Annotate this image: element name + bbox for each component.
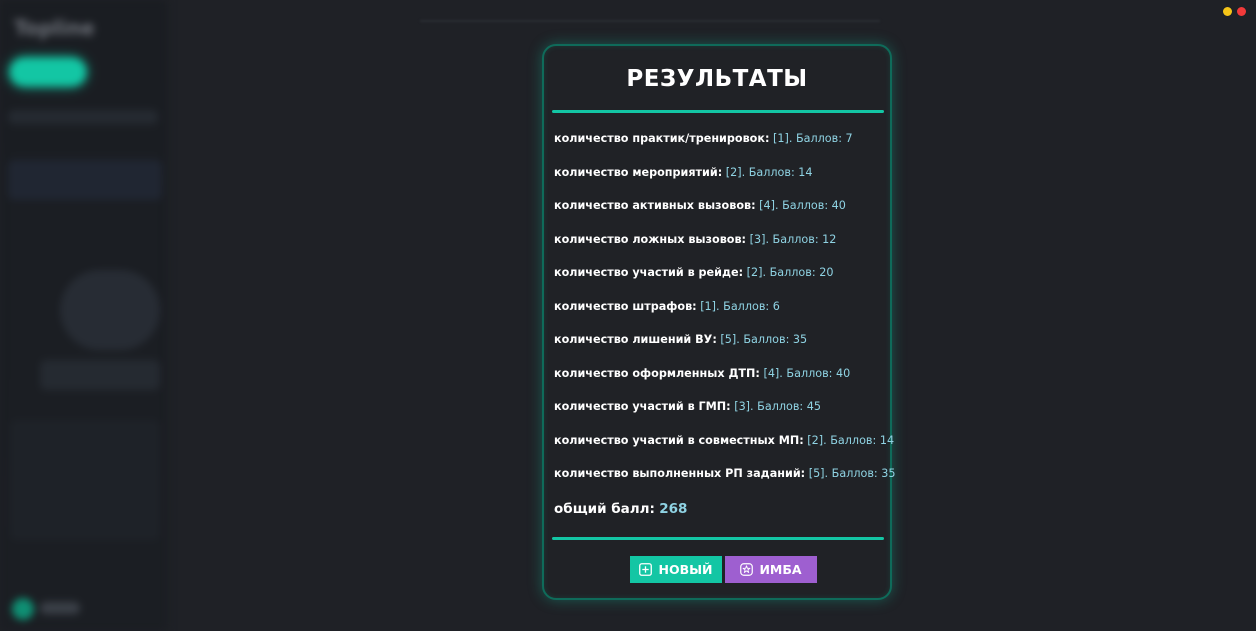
close-dot[interactable]	[1237, 7, 1246, 16]
result-label: количество ложных вызовов:	[554, 232, 747, 246]
result-row: количество участий в совместных МП: [2].…	[554, 433, 894, 468]
result-row: количество выполненных РП заданий: [5]. …	[554, 467, 896, 501]
imba-button[interactable]: ИМБА	[725, 556, 817, 583]
modal-actions: НОВЫЙ ИМБА	[630, 556, 817, 583]
modal-title: РЕЗУЛЬТАТЫ	[626, 66, 808, 92]
result-value: [4]. Баллов: 40	[759, 199, 846, 212]
result-label: количество участий в ГМП:	[554, 400, 731, 413]
result-label: количество практик/тренировок:	[554, 132, 770, 145]
sidebar-placeholder	[60, 270, 160, 350]
sidebar-placeholder	[8, 110, 158, 124]
result-row: количество мероприятий: [2]. Баллов: 14	[554, 166, 884, 200]
result-value: [2]. Баллов: 14	[807, 433, 895, 447]
result-row: количество активных вызовов: [4]. Баллов…	[554, 199, 884, 233]
result-value: [5]. Баллов: 35	[720, 333, 808, 346]
result-label: количество выполненных РП заданий:	[554, 467, 806, 480]
results-modal: РЕЗУЛЬТАТЫ количество практик/тренировок…	[542, 44, 896, 600]
sidebar-placeholder	[10, 420, 160, 540]
plus-square-icon	[639, 563, 653, 576]
sidebar-blurred: Topline	[0, 0, 168, 631]
result-value: [2]. Баллов: 14	[725, 165, 813, 179]
result-label: количество участий в совместных МП:	[554, 433, 804, 447]
result-value: [1]. Баллов: 6	[700, 299, 780, 313]
result-label: количество активных вызовов:	[554, 199, 756, 212]
app-page: Topline РЕЗУЛЬТАТЫ количество практик/тр…	[0, 0, 1256, 631]
result-row: количество ложных вызовов: [3]. Баллов: …	[554, 233, 884, 267]
result-row: количество участий в рейде: [2]. Баллов:…	[554, 266, 884, 300]
result-value: [4]. Баллов: 40	[763, 366, 851, 380]
results-list: количество практик/тренировок: [1]. Балл…	[554, 132, 896, 501]
result-value: [1]. Баллов: 7	[772, 132, 853, 145]
result-value: [3]. Баллов: 12	[749, 232, 837, 246]
imba-button-label: ИМБА	[759, 562, 802, 577]
result-row: количество оформленных ДТП: [4]. Баллов:…	[554, 367, 884, 401]
sidebar-brand: Topline	[14, 16, 95, 40]
minimize-dot[interactable]	[1223, 7, 1232, 16]
window-controls	[1223, 7, 1246, 16]
result-row: количество лишений ВУ: [5]. Баллов: 35	[554, 333, 884, 367]
result-row: количество участий в ГМП: [3]. Баллов: 4…	[554, 400, 884, 434]
result-label: количество мероприятий:	[554, 165, 723, 179]
background-line	[420, 20, 880, 22]
sidebar-primary-button	[10, 58, 86, 86]
result-value: [2]. Баллов: 20	[746, 266, 834, 279]
star-badge-icon	[740, 563, 754, 576]
new-button-label: НОВЫЙ	[658, 562, 713, 577]
total-score: общий балл: 268	[554, 501, 687, 517]
new-button[interactable]: НОВЫЙ	[630, 556, 722, 583]
result-label: количество оформленных ДТП:	[554, 366, 760, 380]
sidebar-placeholder	[8, 160, 162, 200]
bottom-divider	[552, 537, 884, 540]
sidebar-placeholder	[40, 360, 160, 390]
total-value: 268	[659, 501, 688, 517]
result-value: [3]. Баллов: 45	[734, 400, 821, 413]
result-label: количество участий в рейде:	[554, 266, 744, 279]
result-row: количество практик/тренировок: [1]. Балл…	[554, 132, 884, 166]
user-avatar	[12, 598, 34, 620]
top-divider	[552, 110, 884, 113]
total-label: общий балл:	[554, 501, 655, 517]
result-row: количество штрафов: [1]. Баллов: 6	[554, 300, 884, 334]
result-value: [5]. Баллов: 35	[808, 467, 896, 480]
user-name-placeholder	[40, 602, 80, 614]
result-label: количество лишений ВУ:	[554, 333, 717, 346]
result-label: количество штрафов:	[554, 299, 697, 313]
